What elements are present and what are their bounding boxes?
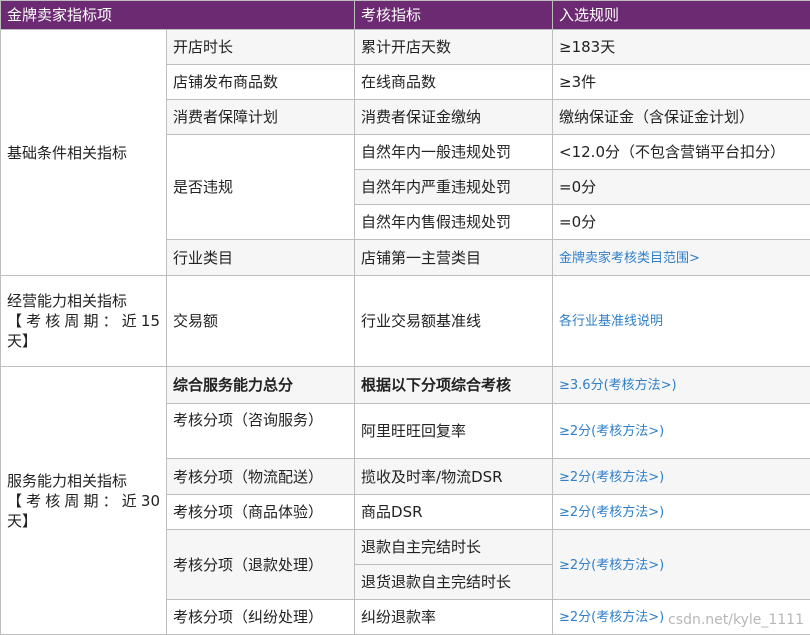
item-cell: 开店时长 <box>167 30 355 65</box>
header-rule: 入选规则 <box>553 1 810 30</box>
category-scope-link[interactable]: 金牌卖家考核类目范围> <box>559 251 700 266</box>
table-row: 基础条件相关指标 开店时长 累计开店天数 ≥183天 <box>1 30 810 65</box>
metric-cell: 退款自主完结时长 <box>355 530 553 565</box>
rule-cell: ≥3件 <box>553 65 810 100</box>
group-operation-title: 经营能力相关指标 <box>7 291 160 311</box>
rule-cell: 各行业基准线说明 <box>553 276 810 367</box>
table-row: 服务能力相关指标 【考核周期：近30 天】 综合服务能力总分 根据以下分项综合考… <box>1 367 810 404</box>
metric-cell: 累计开店天数 <box>355 30 553 65</box>
group-service-period: 【考核周期：近30 <box>7 491 160 511</box>
item-cell: 考核分项（退款处理） <box>167 530 355 600</box>
item-cell: 交易额 <box>167 276 355 367</box>
group-operation-period: 【考核周期：近15 <box>7 311 160 331</box>
rule-cell: ≥2分(考核方法>) <box>553 459 810 495</box>
assessment-method-link[interactable]: ≥2分(考核方法>) <box>559 610 664 625</box>
item-cell: 消费者保障计划 <box>167 100 355 135</box>
assessment-method-link[interactable]: ≥2分(考核方法>) <box>559 424 664 439</box>
header-metric: 考核指标 <box>355 1 553 30</box>
item-cell: 考核分项（咨询服务） <box>167 404 355 459</box>
metric-cell: 退货退款自主完结时长 <box>355 565 553 600</box>
group-operation: 经营能力相关指标 【考核周期：近15 天】 <box>1 276 167 367</box>
item-cell: 考核分项（商品体验） <box>167 495 355 530</box>
metric-cell: 消费者保证金缴纳 <box>355 100 553 135</box>
rule-cell: ≥3.6分(考核方法>) <box>553 367 810 404</box>
rule-cell: ≥183天 <box>553 30 810 65</box>
rule-cell: <12.0分（不包含营销平台扣分） <box>553 135 810 170</box>
item-cell: 行业类目 <box>167 240 355 276</box>
rule-cell: 缴纳保证金（含保证金计划） <box>553 100 810 135</box>
metric-cell: 自然年内严重违规处罚 <box>355 170 553 205</box>
table-row: 经营能力相关指标 【考核周期：近15 天】 交易额 行业交易额基准线 各行业基准… <box>1 276 810 367</box>
item-cell: 店铺发布商品数 <box>167 65 355 100</box>
group-service-title: 服务能力相关指标 <box>7 471 160 491</box>
item-cell: 考核分项（纠纷处理） <box>167 600 355 635</box>
assessment-method-link[interactable]: ≥2分(考核方法>) <box>559 558 664 573</box>
group-operation-period-end: 天】 <box>7 331 160 351</box>
table-header-row: 金牌卖家指标项 考核指标 入选规则 <box>1 1 810 30</box>
assessment-method-link[interactable]: ≥2分(考核方法>) <box>559 505 664 520</box>
watermark: csdn.net/kyle_1111 <box>668 612 804 628</box>
metric-cell: 自然年内一般违规处罚 <box>355 135 553 170</box>
item-cell: 考核分项（物流配送） <box>167 459 355 495</box>
metric-cell: 纠纷退款率 <box>355 600 553 635</box>
group-basic: 基础条件相关指标 <box>1 30 167 276</box>
metric-cell: 揽收及时率/物流DSR <box>355 459 553 495</box>
assessment-method-link[interactable]: ≥3.6分(考核方法>) <box>559 378 677 393</box>
metric-cell: 根据以下分项综合考核 <box>355 367 553 404</box>
header-criteria-item: 金牌卖家指标项 <box>1 1 355 30</box>
metric-cell: 在线商品数 <box>355 65 553 100</box>
rule-cell: ≥2分(考核方法>) <box>553 530 810 600</box>
baseline-explanation-link[interactable]: 各行业基准线说明 <box>559 314 663 329</box>
rule-cell: ≥2分(考核方法>) <box>553 495 810 530</box>
rule-cell: 金牌卖家考核类目范围> <box>553 240 810 276</box>
item-cell: 是否违规 <box>167 135 355 240</box>
group-service: 服务能力相关指标 【考核周期：近30 天】 <box>1 367 167 635</box>
metric-cell: 自然年内售假违规处罚 <box>355 205 553 240</box>
metric-cell: 商品DSR <box>355 495 553 530</box>
gold-seller-criteria-table: 金牌卖家指标项 考核指标 入选规则 基础条件相关指标 开店时长 累计开店天数 ≥… <box>0 0 810 635</box>
group-service-period-end: 天】 <box>7 511 160 531</box>
rule-cell: ≥2分(考核方法>) <box>553 404 810 459</box>
metric-cell: 行业交易额基准线 <box>355 276 553 367</box>
rule-cell: =0分 <box>553 205 810 240</box>
assessment-method-link[interactable]: ≥2分(考核方法>) <box>559 470 664 485</box>
rule-cell: =0分 <box>553 170 810 205</box>
metric-cell: 店铺第一主营类目 <box>355 240 553 276</box>
metric-cell: 阿里旺旺回复率 <box>355 404 553 459</box>
item-cell: 综合服务能力总分 <box>167 367 355 404</box>
